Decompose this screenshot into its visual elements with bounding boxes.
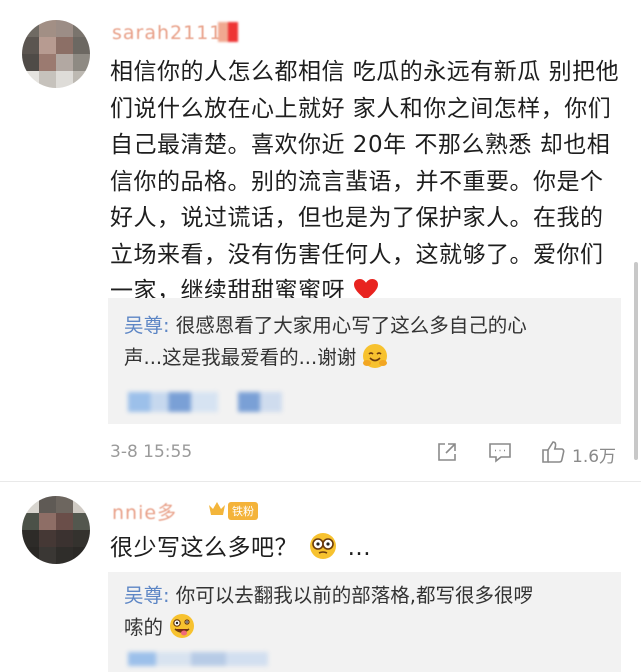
avatar[interactable]: [22, 496, 90, 564]
reply-stats-mosaic: [238, 392, 282, 412]
comment-text: 很少写这么多吧？ ...: [110, 530, 610, 572]
reply-line: 嗦的: [124, 612, 614, 649]
avatar[interactable]: [22, 20, 90, 88]
username[interactable]: sarah21111: [112, 22, 235, 44]
hug-emoji: [362, 343, 388, 379]
comment-icon: [487, 440, 513, 469]
comment-line: 相信你的人怎么都相信 吃瓜的永远有新瓜 别把他: [110, 59, 620, 85]
reply-author[interactable]: 吴尊: [124, 584, 163, 607]
reply-content: 声...这是我最爱看的...谢谢: [124, 346, 357, 369]
like-icon: [540, 439, 566, 470]
reply-separator: :: [163, 314, 170, 337]
comment-button[interactable]: [487, 440, 513, 469]
comment-line: 自己最清楚。喜欢你近 20年 不那么熟悉 却也相: [110, 132, 611, 158]
reply-text: 吴尊: 你可以去翻我以前的部落格,都写很多很啰 嗦的: [124, 580, 614, 649]
reply-stats-mosaic: [128, 652, 268, 666]
username[interactable]: nnie多: [112, 498, 177, 525]
fan-badge-label: 铁粉: [228, 502, 258, 520]
reply-content: 很感恩看了大家用心写了这么多自己的心: [175, 314, 527, 337]
reply-author[interactable]: 吴尊: [124, 314, 163, 337]
comment-time: 3-8 15:55: [110, 442, 193, 462]
comment-text: 相信你的人怎么都相信 吃瓜的永远有新瓜 别把他 们说什么放在心上就好 家人和你之…: [110, 54, 630, 314]
comment-line: 好人，说过谎话，但也是为了保护家人。在我的: [110, 205, 604, 231]
comment-line: 立场来看，没有伤害任何人，这就够了。爱你们: [110, 241, 604, 268]
username-badge-mosaic: [218, 22, 238, 42]
reply-content: 你可以去翻我以前的部落格,都写很多很啰: [175, 584, 533, 607]
scrollbar[interactable]: [634, 262, 638, 460]
vip-crown-icon: [208, 501, 226, 521]
comment-line-text: 很少写这么多吧？: [110, 535, 298, 561]
comment-divider: [0, 481, 641, 482]
like-button[interactable]: 1.6万: [540, 439, 616, 470]
avatar-mosaic: [22, 20, 90, 88]
comment-line: 们说什么放在心上就好 家人和你之间怎样，你们: [110, 95, 612, 122]
comment-trail: ...: [347, 535, 372, 561]
reply-separator: :: [163, 584, 170, 607]
reply-line: 声...这是我最爱看的...谢谢: [124, 342, 614, 379]
share-icon: [435, 440, 459, 469]
glasses-emoji: [309, 532, 337, 572]
share-button[interactable]: [435, 440, 459, 469]
avatar-mosaic: [22, 496, 90, 564]
reply-stats-mosaic: [128, 392, 218, 412]
reply-content: 嗦的: [124, 616, 164, 639]
like-count: 1.6万: [572, 447, 617, 467]
reply-line: 吴尊: 很感恩看了大家用心写了这么多自己的心: [124, 310, 614, 342]
reply-text: 吴尊: 很感恩看了大家用心写了这么多自己的心 声...这是我最爱看的...谢谢: [124, 310, 614, 379]
fan-badge: 铁粉: [208, 501, 258, 521]
comment-line: 信你的品格。别的流言蜚语，并不重要。你是个: [110, 168, 604, 195]
crazy-face-emoji: [169, 613, 195, 649]
reply-line: 吴尊: 你可以去翻我以前的部落格,都写很多很啰: [124, 580, 614, 612]
